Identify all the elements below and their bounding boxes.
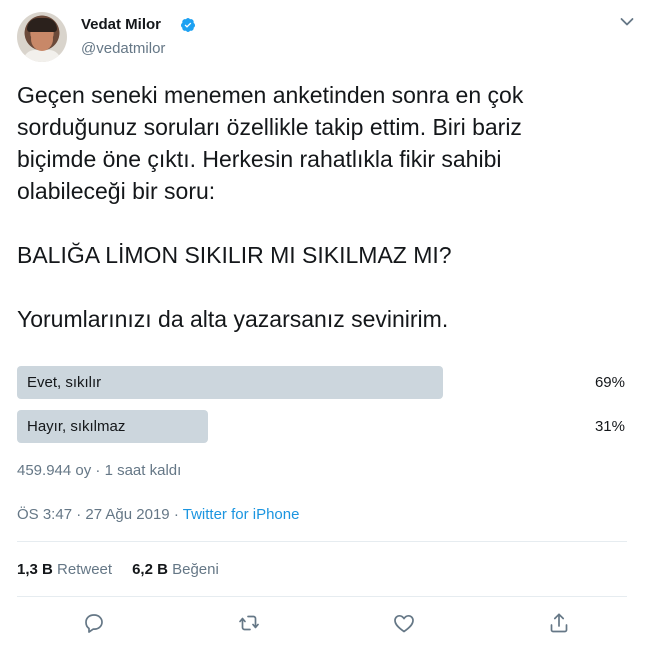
poll-option-percent: 69% bbox=[594, 374, 625, 391]
tweet: Vedat Milor @vedatmilor Geçen seneki men… bbox=[0, 0, 652, 648]
tweet-meta: ÖS 3:47 · 27 Ağu 2019 · Twitter for iPho… bbox=[17, 506, 299, 524]
tweet-text: Geçen seneki menemen anketinden sonra en… bbox=[17, 82, 524, 332]
divider bbox=[17, 596, 627, 597]
poll-option: Hayır, sıkılmaz 31% bbox=[17, 410, 627, 443]
poll-meta: 459.944 oy · 1 saat kaldı bbox=[17, 462, 181, 480]
retweets-label: Retweet bbox=[57, 561, 113, 578]
retweets-stat[interactable]: 1,3 B Retweet bbox=[17, 561, 112, 578]
likes-count: 6,2 B bbox=[132, 561, 168, 578]
verified-badge-icon bbox=[181, 18, 195, 32]
poll-option: Evet, sıkılır 69% bbox=[17, 366, 627, 399]
share-icon[interactable] bbox=[547, 611, 571, 635]
poll-option-percent: 31% bbox=[594, 418, 625, 435]
tweet-date[interactable]: 27 Ağu 2019 bbox=[85, 506, 169, 523]
retweet-icon[interactable] bbox=[237, 611, 261, 635]
likes-stat[interactable]: 6,2 B Beğeni bbox=[132, 561, 219, 578]
tweet-time[interactable]: ÖS 3:47 bbox=[17, 506, 72, 523]
poll-option-label: Hayır, sıkılmaz bbox=[27, 418, 126, 435]
chevron-down-icon[interactable] bbox=[620, 17, 634, 27]
poll-votes: 459.944 oy bbox=[17, 462, 92, 479]
likes-label: Beğeni bbox=[172, 561, 219, 578]
avatar-hair bbox=[27, 18, 57, 32]
divider bbox=[17, 541, 627, 542]
reply-icon[interactable] bbox=[82, 611, 106, 635]
tweet-stats: 1,3 B Retweet 6,2 B Beğeni bbox=[17, 561, 219, 579]
avatar-shirt bbox=[23, 50, 61, 62]
author-name[interactable]: Vedat Milor bbox=[81, 15, 161, 35]
avatar[interactable] bbox=[17, 12, 67, 62]
retweets-count: 1,3 B bbox=[17, 561, 53, 578]
poll-option-label: Evet, sıkılır bbox=[27, 374, 102, 391]
tweet-source-link[interactable]: Twitter for iPhone bbox=[183, 506, 300, 523]
poll-time-left: 1 saat kaldı bbox=[104, 462, 182, 479]
like-icon[interactable] bbox=[392, 611, 416, 635]
author-handle[interactable]: @vedatmilor bbox=[81, 39, 165, 59]
